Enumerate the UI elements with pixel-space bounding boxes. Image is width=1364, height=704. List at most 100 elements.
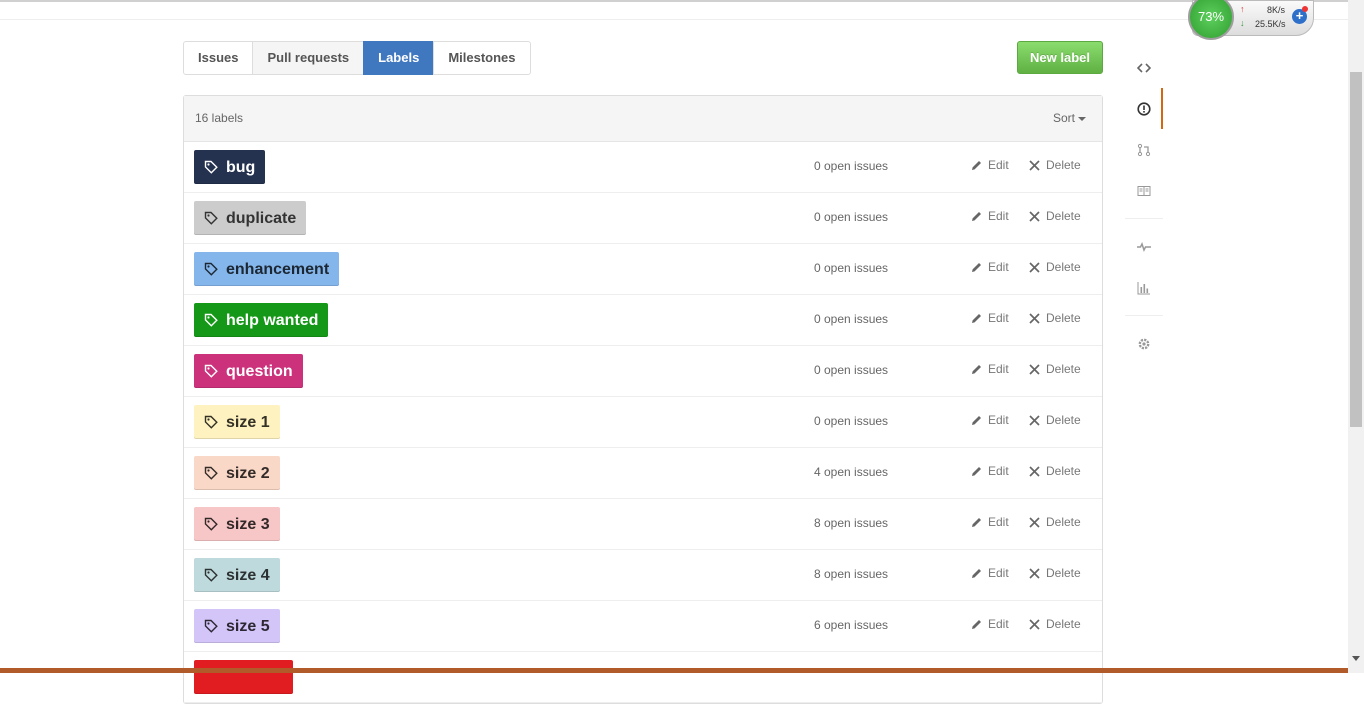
edit-button[interactable]: Edit — [970, 209, 1009, 223]
delete-button[interactable]: Delete — [1029, 464, 1081, 478]
delete-button[interactable]: Delete — [1029, 209, 1081, 223]
edit-button[interactable]: Edit — [970, 464, 1009, 478]
open-issues-link[interactable]: 0 open issues — [814, 363, 888, 377]
delete-label: Delete — [1046, 617, 1081, 631]
pencil-icon — [972, 211, 981, 221]
tag-icon — [204, 160, 218, 174]
delete-button[interactable]: Delete — [1029, 311, 1081, 325]
tag-icon — [204, 211, 218, 225]
edit-label: Edit — [988, 260, 1009, 274]
delete-button[interactable]: Delete — [1029, 515, 1081, 529]
vertical-scrollbar[interactable] — [1348, 0, 1364, 673]
open-issues-link[interactable]: 0 open issues — [814, 414, 888, 428]
pencil-icon — [972, 568, 981, 578]
edit-label: Edit — [988, 566, 1009, 580]
delete-button[interactable]: Delete — [1029, 566, 1081, 580]
delete-button[interactable]: Delete — [1029, 617, 1081, 631]
open-issues-link[interactable]: 0 open issues — [814, 159, 888, 173]
edit-button[interactable]: Edit — [970, 158, 1009, 172]
label-row: help wanted 0 open issues Edit Delete — [184, 295, 1102, 346]
open-issues-link[interactable]: 0 open issues — [814, 210, 888, 224]
book-icon — [1137, 185, 1151, 196]
label-name: size 1 — [226, 413, 270, 431]
sort-dropdown[interactable]: Sort — [1053, 111, 1086, 125]
scrollbar-thumb[interactable] — [1350, 72, 1362, 427]
edit-button[interactable]: Edit — [970, 515, 1009, 529]
labels-list: bug 0 open issues Edit Delete duplicate 0 ope… — [184, 142, 1102, 703]
edit-button[interactable]: Edit — [970, 617, 1009, 631]
edit-label: Edit — [988, 311, 1009, 325]
pencil-icon — [972, 517, 981, 527]
delete-button[interactable]: Delete — [1029, 260, 1081, 274]
tab-labels[interactable]: Labels — [363, 41, 435, 75]
open-issues-link[interactable]: 4 open issues — [814, 465, 888, 479]
edit-label: Edit — [988, 515, 1009, 529]
open-issues-link[interactable]: 8 open issues — [814, 516, 888, 530]
label-chip[interactable]: size 5 — [194, 609, 280, 643]
edit-button[interactable]: Edit — [970, 311, 1009, 325]
label-chip[interactable]: enhancement — [194, 252, 340, 286]
x-icon — [1029, 414, 1040, 426]
delete-button[interactable]: Delete — [1029, 158, 1081, 172]
label-row: duplicate 0 open issues Edit Delete — [184, 193, 1102, 244]
notification-dot — [1302, 6, 1308, 12]
delete-button[interactable]: Delete — [1029, 362, 1081, 376]
download-speed: 25.5K/s — [1255, 19, 1286, 29]
label-chip[interactable]: size 4 — [194, 558, 280, 592]
sidebar-item-settings[interactable] — [1125, 323, 1163, 364]
label-name: size 5 — [226, 617, 270, 635]
sidebar-item-graphs[interactable] — [1125, 267, 1163, 308]
label-chip[interactable]: size 3 — [194, 507, 280, 541]
labels-table: 16 labels Sort bug 0 open issues Edit Delet… — [183, 95, 1103, 704]
tag-icon — [204, 364, 218, 378]
sidebar-item-wiki[interactable] — [1125, 170, 1163, 211]
tag-icon — [204, 619, 218, 633]
label-name: bug — [226, 158, 256, 176]
scroll-down-arrow-icon[interactable] — [1352, 656, 1360, 661]
tag-icon — [204, 262, 218, 276]
edit-label: Edit — [988, 362, 1009, 376]
label-row: size 3 8 open issues Edit Delete — [184, 499, 1102, 550]
edit-label: Edit — [988, 158, 1009, 172]
label-chip[interactable]: question — [194, 354, 303, 388]
open-issues-link[interactable]: 0 open issues — [814, 312, 888, 326]
download-arrow-icon: ↓ — [1240, 18, 1245, 28]
browser-top-border — [0, 0, 1364, 20]
sidebar-item-issues[interactable] — [1125, 88, 1163, 129]
label-chip[interactable]: bug — [194, 150, 266, 184]
x-icon — [1029, 363, 1040, 375]
sidebar-item-code[interactable] — [1125, 47, 1163, 88]
delete-label: Delete — [1046, 260, 1081, 274]
label-chip[interactable]: help wanted — [194, 303, 329, 337]
pencil-icon — [972, 619, 981, 629]
edit-button[interactable]: Edit — [970, 566, 1009, 580]
tab-pull-requests[interactable]: Pull requests — [252, 41, 365, 75]
edit-button[interactable]: Edit — [970, 260, 1009, 274]
open-issues-link[interactable]: 6 open issues — [814, 618, 888, 632]
label-row — [184, 652, 1102, 703]
tab-milestones[interactable]: Milestones — [433, 41, 531, 75]
tag-icon — [204, 568, 218, 582]
new-label-button[interactable]: New label — [1017, 41, 1103, 74]
label-name: size 3 — [226, 515, 270, 533]
x-icon — [1029, 567, 1040, 579]
tag-icon — [204, 517, 218, 531]
edit-label: Edit — [988, 209, 1009, 223]
label-row: size 2 4 open issues Edit Delete — [184, 448, 1102, 499]
sidebar-item-pulse[interactable] — [1125, 226, 1163, 267]
label-name: duplicate — [226, 209, 297, 227]
tab-issues[interactable]: Issues — [183, 41, 254, 75]
label-chip[interactable] — [194, 660, 293, 694]
label-chip[interactable]: duplicate — [194, 201, 307, 235]
delete-label: Delete — [1046, 158, 1081, 172]
label-chip[interactable]: size 1 — [194, 405, 280, 439]
edit-button[interactable]: Edit — [970, 413, 1009, 427]
sidebar-item-pull-requests[interactable] — [1125, 129, 1163, 170]
tag-icon — [204, 415, 218, 429]
open-issues-link[interactable]: 8 open issues — [814, 567, 888, 581]
label-chip[interactable]: size 2 — [194, 456, 280, 490]
gear-icon — [1138, 338, 1150, 349]
delete-button[interactable]: Delete — [1029, 413, 1081, 427]
open-issues-link[interactable]: 0 open issues — [814, 261, 888, 275]
edit-button[interactable]: Edit — [970, 362, 1009, 376]
